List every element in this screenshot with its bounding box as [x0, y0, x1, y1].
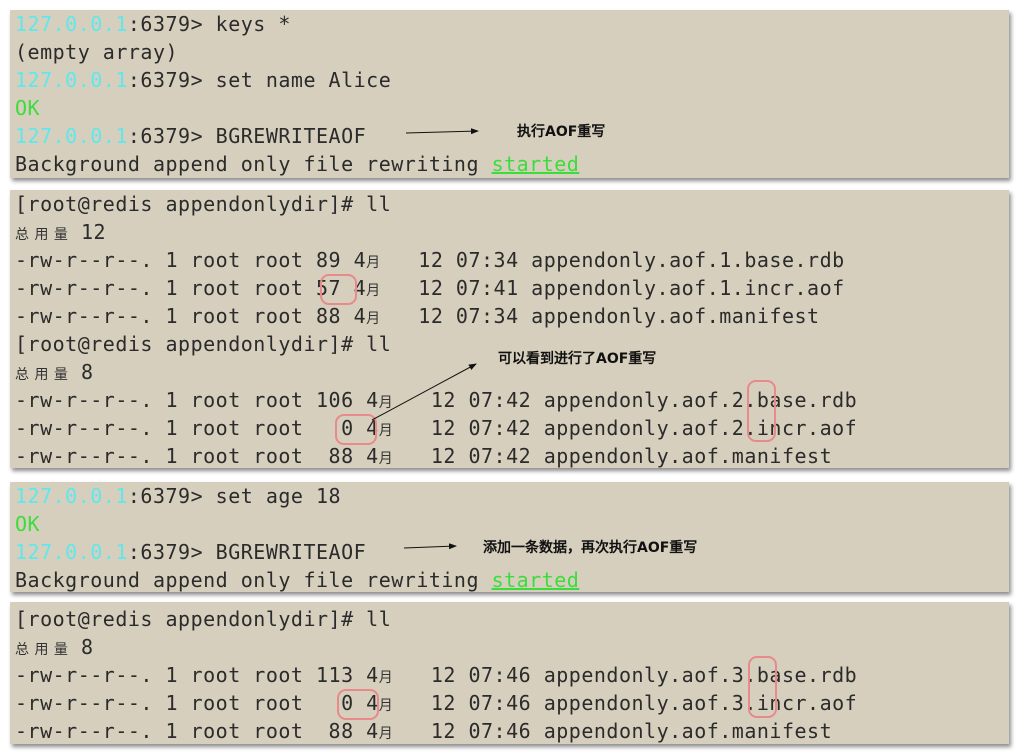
file-row: -rw-r--r--. 1 root root 88 4月 12 07:34 a… [15, 302, 820, 333]
total-line: 总 用 量 8 [15, 633, 94, 664]
started-text: started [491, 152, 580, 176]
output-line: Background append only file rewriting st… [15, 566, 579, 594]
file-row: -rw-r--r--. 1 root root 0 4月 12 07:46 ap… [15, 689, 857, 720]
file-info: -rw-r--r--. 1 root root 113 4 [15, 663, 379, 687]
host-ip: 127.0.0.1 [15, 124, 128, 148]
file-row: -rw-r--r--. 1 root root 106 4月 12 07:42 … [15, 386, 857, 417]
terminal-panel-1: 127.0.0.1:6379> keys * (empty array) 127… [10, 10, 1009, 178]
terminal-panel-2: [root@redis appendonlydir]# ll 总 用 量 12 … [10, 190, 1009, 468]
highlight-zero-size [337, 689, 379, 720]
output-line: Background append only file rewriting st… [15, 150, 579, 178]
file-name: 12 07:42 appendonly.aof.manifest [393, 444, 833, 468]
month-label: 月 [378, 726, 394, 742]
total-label: 总 用 量 [15, 642, 69, 658]
month-label: 月 [366, 255, 381, 271]
command-text: :6379> BGREWRITEAOF [127, 540, 367, 564]
command-text: :6379> keys * [127, 12, 291, 36]
file-row: -rw-r--r--. 1 root root 88 4月 12 07:46 a… [15, 717, 832, 748]
host-ip: 127.0.0.1 [15, 12, 128, 36]
file-info: -rw-r--r--. 1 root root 57 4 [15, 276, 367, 300]
file-row: -rw-r--r--. 1 root root 88 4月 12 07:42 a… [15, 442, 832, 473]
annotation-result: 可以看到进行了AOF重写 [498, 351, 657, 367]
highlight-zero-size [335, 414, 377, 445]
command-line: 127.0.0.1:6379> BGREWRITEAOF [15, 538, 366, 566]
output-text: Background append only file rewriting [15, 568, 492, 592]
file-info: -rw-r--r--. 1 root root 88 4 [15, 304, 367, 328]
file-info: -rw-r--r--. 1 root root 106 4 [15, 388, 379, 412]
command-line: 127.0.0.1:6379> BGREWRITEAOF [15, 122, 366, 150]
annotation-rewrite: 执行AOF重写 [517, 124, 606, 140]
file-name: 12 07:46 appendonly.aof.3.incr.aof [393, 691, 858, 715]
month-label: 月 [378, 670, 394, 686]
month-label: 月 [378, 395, 394, 411]
file-row: -rw-r--r--. 1 root root 89 4月 12 07:34 a… [15, 246, 845, 277]
highlight-version-3 [748, 656, 777, 718]
host-ip: 127.0.0.1 [15, 68, 128, 92]
host-ip: 127.0.0.1 [15, 540, 128, 564]
file-info: -rw-r--r--. 1 root root 89 4 [15, 248, 367, 272]
command-line: 127.0.0.1:6379> set name Alice [15, 66, 391, 94]
file-name: 12 07:41 appendonly.aof.1.incr.aof [380, 276, 845, 300]
file-row: -rw-r--r--. 1 root root 113 4月 12 07:46 … [15, 661, 857, 692]
shell-prompt: [root@redis appendonlydir]# ll [15, 332, 392, 356]
output-line: (empty array) [15, 40, 179, 64]
total-value: 8 [68, 635, 94, 659]
total-label: 总 用 量 [15, 227, 69, 243]
command-line: 127.0.0.1:6379> keys * [15, 10, 291, 38]
file-name: 12 07:42 appendonly.aof.2.base.rdb [393, 388, 858, 412]
month-label: 月 [378, 451, 394, 467]
output-text: Background append only file rewriting [15, 152, 492, 176]
shell-prompt: [root@redis appendonlydir]# ll [15, 607, 392, 631]
ok-response: OK [15, 512, 41, 536]
month-label: 月 [366, 283, 381, 299]
file-info: -rw-r--r--. 1 root root 88 4 [15, 719, 379, 743]
file-name: 12 07:42 appendonly.aof.2.incr.aof [393, 416, 858, 440]
annotation-rewrite-again: 添加一条数据，再次执行AOF重写 [483, 540, 698, 556]
command-text: :6379> set age 18 [127, 484, 342, 508]
terminal-panel-4: [root@redis appendonlydir]# ll 总 用 量 8 -… [10, 602, 1009, 744]
highlight-57 [320, 274, 357, 305]
file-row: -rw-r--r--. 1 root root 0 4月 12 07:42 ap… [15, 414, 857, 445]
total-line: 总 用 量 12 [15, 218, 106, 249]
file-name: 12 07:46 appendonly.aof.manifest [393, 719, 833, 743]
total-value: 8 [68, 360, 94, 384]
file-name: 12 07:34 appendonly.aof.manifest [380, 304, 820, 328]
command-text: :6379> set name Alice [127, 68, 392, 92]
started-text: started [491, 568, 580, 592]
command-text: :6379> BGREWRITEAOF [127, 124, 367, 148]
total-value: 12 [68, 220, 107, 244]
highlight-version-2 [747, 380, 776, 442]
file-info: -rw-r--r--. 1 root root 0 4 [15, 416, 379, 440]
command-line: 127.0.0.1:6379> set age 18 [15, 482, 341, 510]
file-name: 12 07:46 appendonly.aof.3.base.rdb [393, 663, 858, 687]
host-ip: 127.0.0.1 [15, 484, 128, 508]
total-label: 总 用 量 [15, 367, 69, 383]
file-row: -rw-r--r--. 1 root root 57 4月 12 07:41 a… [15, 274, 845, 305]
month-label: 月 [378, 423, 394, 439]
file-name: 12 07:34 appendonly.aof.1.base.rdb [380, 248, 845, 272]
month-label: 月 [378, 698, 394, 714]
month-label: 月 [366, 311, 381, 327]
ok-response: OK [15, 96, 41, 120]
file-info: -rw-r--r--. 1 root root 88 4 [15, 444, 379, 468]
shell-prompt: [root@redis appendonlydir]# ll [15, 192, 392, 216]
total-line: 总 用 量 8 [15, 358, 94, 389]
file-info: -rw-r--r--. 1 root root 0 4 [15, 691, 379, 715]
